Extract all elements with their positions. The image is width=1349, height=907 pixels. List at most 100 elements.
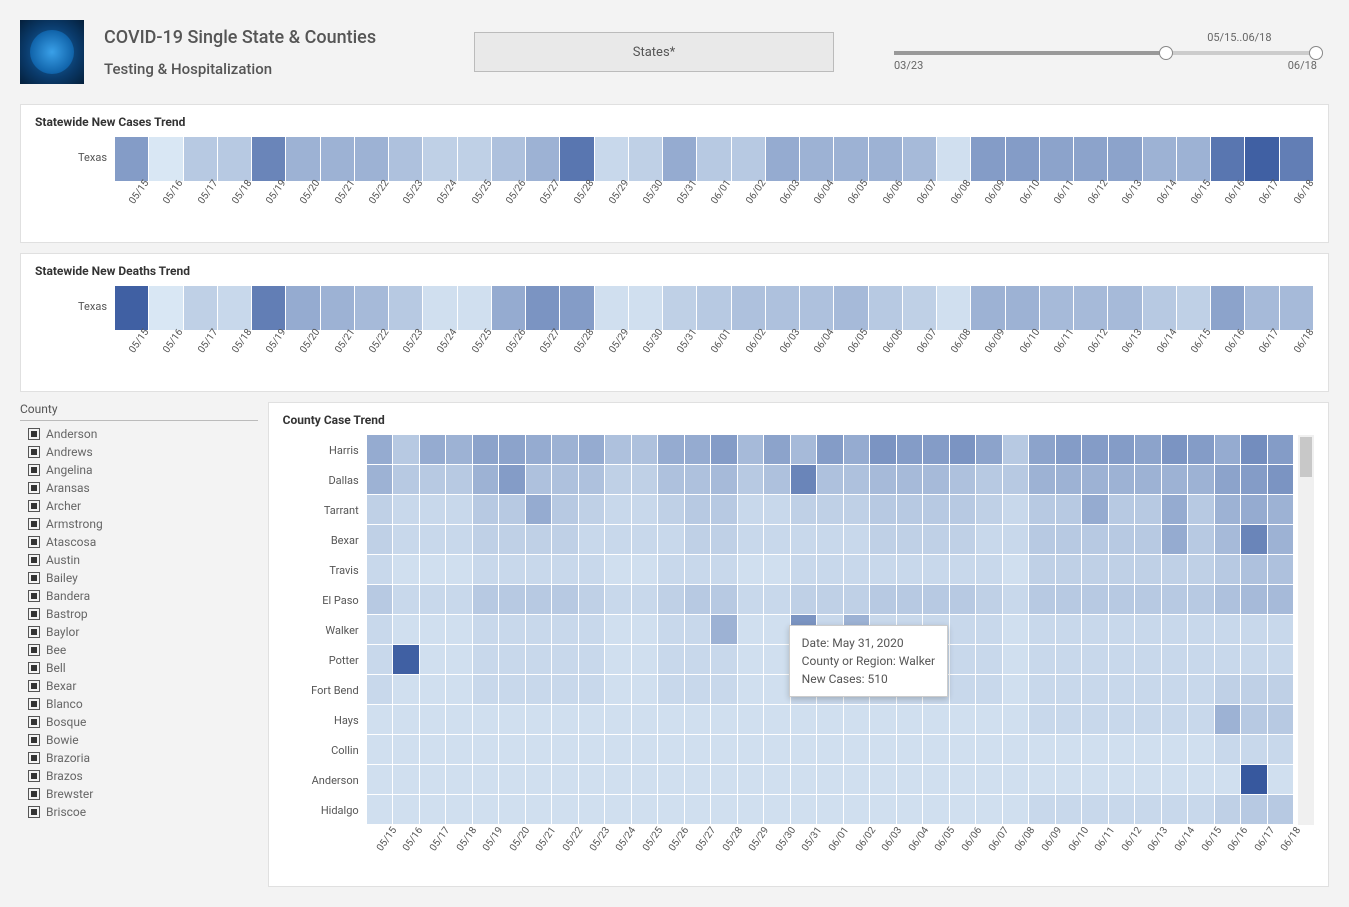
heatmap-cell[interactable] <box>605 585 631 614</box>
heatmap-cell[interactable] <box>844 555 870 584</box>
heatmap-cell[interactable] <box>976 495 1002 524</box>
heatmap-cell[interactable] <box>629 137 662 181</box>
heatmap-cell[interactable] <box>923 465 949 494</box>
heatmap-cell[interactable] <box>446 495 472 524</box>
heatmap-cell[interactable] <box>1215 645 1241 674</box>
heatmap-cell[interactable] <box>579 735 605 764</box>
county-filter-item[interactable]: Bosque <box>20 713 258 731</box>
heatmap-cell[interactable] <box>1056 495 1082 524</box>
heatmap-cell[interactable] <box>976 795 1002 824</box>
heatmap-cell[interactable] <box>1056 435 1082 464</box>
county-filter-item[interactable]: Archer <box>20 497 258 515</box>
heatmap-cell[interactable] <box>1268 525 1294 554</box>
checkbox-icon[interactable] <box>28 518 40 530</box>
heatmap-cell[interactable] <box>1074 286 1107 330</box>
heatmap-cell[interactable] <box>663 286 696 330</box>
heatmap-cell[interactable] <box>458 286 491 330</box>
heatmap-cell[interactable] <box>367 465 393 494</box>
heatmap-cell[interactable] <box>552 435 578 464</box>
heatmap-cell[interactable] <box>658 495 684 524</box>
heatmap-cell[interactable] <box>499 585 525 614</box>
heatmap-cell[interactable] <box>499 495 525 524</box>
heatmap-cell[interactable] <box>1135 585 1161 614</box>
heatmap-cell[interactable] <box>732 137 765 181</box>
heatmap-cell[interactable] <box>1135 675 1161 704</box>
heatmap-cell[interactable] <box>1241 465 1267 494</box>
heatmap-cell[interactable] <box>711 585 737 614</box>
heatmap-cell[interactable] <box>923 495 949 524</box>
heatmap-cell[interactable] <box>632 615 658 644</box>
heatmap-cell[interactable] <box>605 675 631 704</box>
heatmap-cell[interactable] <box>526 495 552 524</box>
heatmap-cell[interactable] <box>579 705 605 734</box>
heatmap-cell[interactable] <box>446 795 472 824</box>
heatmap-cell[interactable] <box>473 645 499 674</box>
heatmap-cell[interactable] <box>1188 525 1214 554</box>
heatmap-cell[interactable] <box>1109 585 1135 614</box>
heatmap-cell[interactable] <box>1003 525 1029 554</box>
heatmap-cell[interactable] <box>1215 795 1241 824</box>
heatmap-cell[interactable] <box>711 795 737 824</box>
heatmap-cell[interactable] <box>393 615 419 644</box>
heatmap-cell[interactable] <box>632 495 658 524</box>
heatmap-cell[interactable] <box>367 615 393 644</box>
heatmap-cell[interactable] <box>976 615 1002 644</box>
heatmap-cell[interactable] <box>420 615 446 644</box>
heatmap-cell[interactable] <box>711 465 737 494</box>
heatmap-cell[interactable] <box>632 645 658 674</box>
heatmap-cell[interactable] <box>711 675 737 704</box>
heatmap-cell[interactable] <box>976 525 1002 554</box>
heatmap-cell[interactable] <box>764 615 790 644</box>
heatmap-cell[interactable] <box>976 675 1002 704</box>
heatmap-cell[interactable] <box>1162 735 1188 764</box>
heatmap-cell[interactable] <box>552 555 578 584</box>
heatmap-cell[interactable] <box>1241 435 1267 464</box>
heatmap-cell[interactable] <box>738 645 764 674</box>
heatmap-cell[interactable] <box>420 435 446 464</box>
heatmap-cell[interactable] <box>579 495 605 524</box>
heatmap-cell[interactable] <box>1268 615 1294 644</box>
heatmap-cell[interactable] <box>870 705 896 734</box>
heatmap-cell[interactable] <box>950 645 976 674</box>
heatmap-cell[interactable] <box>367 705 393 734</box>
heatmap-cell[interactable] <box>1268 765 1294 794</box>
heatmap-cell[interactable] <box>1074 137 1107 181</box>
heatmap-cell[interactable] <box>1082 735 1108 764</box>
heatmap-cell[interactable] <box>923 795 949 824</box>
heatmap-cell[interactable] <box>1029 795 1055 824</box>
heatmap-cell[interactable] <box>1268 795 1294 824</box>
heatmap-cell[interactable] <box>817 525 843 554</box>
heatmap-cell[interactable] <box>870 495 896 524</box>
statewide-deaths-heatrow[interactable] <box>115 286 1314 330</box>
heatmap-cell[interactable] <box>499 525 525 554</box>
heatmap-cell[interactable] <box>579 645 605 674</box>
heatmap-cell[interactable] <box>1215 735 1241 764</box>
heatmap-cell[interactable] <box>1040 286 1073 330</box>
checkbox-icon[interactable] <box>28 644 40 656</box>
heatmap-cell[interactable] <box>685 735 711 764</box>
heatmap-cell[interactable] <box>800 137 833 181</box>
checkbox-icon[interactable] <box>28 536 40 548</box>
heatmap-cell[interactable] <box>1268 465 1294 494</box>
heatmap-cell[interactable] <box>1109 735 1135 764</box>
heatmap-cell[interactable] <box>844 495 870 524</box>
heatmap-cell[interactable] <box>817 555 843 584</box>
heatmap-cell[interactable] <box>950 465 976 494</box>
heatmap-cell[interactable] <box>658 765 684 794</box>
heatmap-cell[interactable] <box>817 795 843 824</box>
heatmap-cell[interactable] <box>817 465 843 494</box>
heatmap-cell[interactable] <box>367 795 393 824</box>
heatmap-cell[interactable] <box>526 435 552 464</box>
heatmap-cell[interactable] <box>897 795 923 824</box>
heatmap-cell[interactable] <box>355 286 388 330</box>
county-filter-item[interactable]: Aransas <box>20 479 258 497</box>
heatmap-cell[interactable] <box>1109 615 1135 644</box>
heatmap-cell[interactable] <box>1215 585 1241 614</box>
heatmap-cell[interactable] <box>595 286 628 330</box>
heatmap-cell[interactable] <box>473 495 499 524</box>
county-vertical-scrollbar[interactable] <box>1298 435 1314 825</box>
heatmap-cell[interactable] <box>473 525 499 554</box>
heatmap-cell[interactable] <box>766 286 799 330</box>
heatmap-cell[interactable] <box>658 465 684 494</box>
heatmap-cell[interactable] <box>420 795 446 824</box>
